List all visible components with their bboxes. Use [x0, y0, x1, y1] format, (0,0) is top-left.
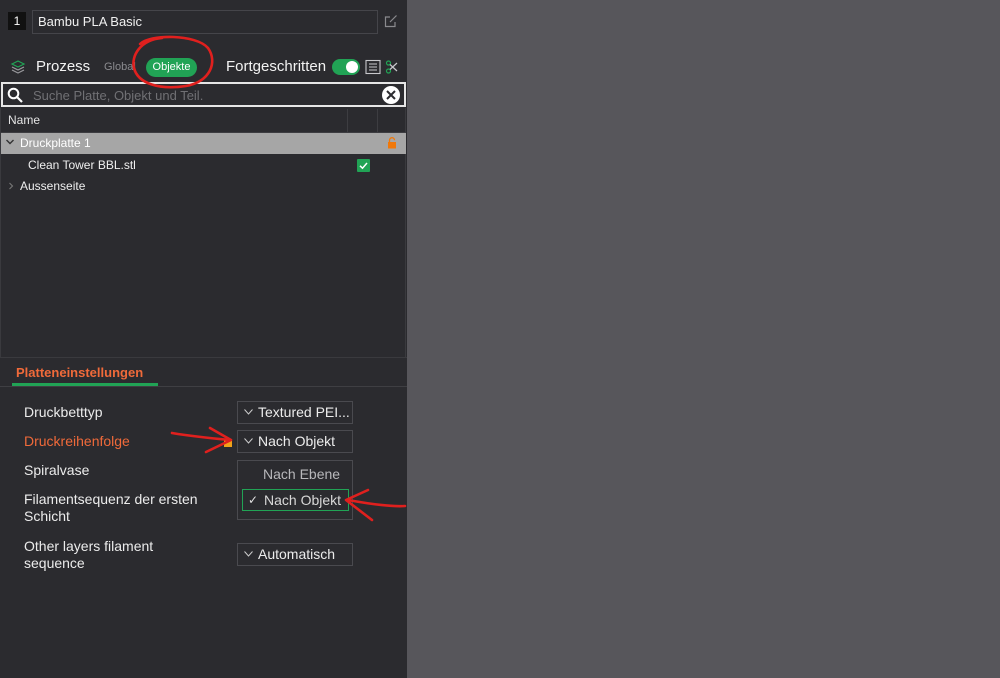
object-label: Clean Tower BBL.stl — [28, 158, 136, 172]
bed-type-label: Druckbetttyp — [24, 404, 103, 420]
modified-indicator[interactable] — [224, 439, 232, 447]
option-label: Nach Ebene — [263, 466, 341, 482]
print-sequence-value: Nach Objekt — [258, 433, 336, 449]
tab-global[interactable]: Global — [104, 61, 136, 73]
checkbox-checked-icon[interactable] — [357, 159, 370, 172]
column-divider — [377, 109, 378, 132]
process-title: Prozess — [36, 58, 91, 75]
search-input[interactable] — [31, 85, 375, 106]
plate-label: Druckplatte 1 — [20, 136, 91, 150]
search-icon — [7, 87, 23, 103]
chevron-down-icon — [244, 438, 253, 444]
tab-objects[interactable]: Objekte — [146, 58, 197, 77]
column-divider — [347, 109, 348, 132]
list-view-icon[interactable] — [365, 59, 381, 75]
list-item-plate[interactable]: Druckplatte 1 — [1, 133, 406, 154]
chevron-down-icon — [244, 551, 253, 557]
other-layers-sequence-label: Other layers filament — [24, 538, 154, 554]
tools-icon[interactable] — [385, 59, 399, 75]
object-list: Name Druckplatte 1 Clean Tower BBL.stl A… — [0, 108, 406, 358]
first-layer-sequence-label-line2: Schicht — [24, 508, 70, 524]
tab-plate-settings[interactable]: Platteneinstellungen — [16, 365, 143, 380]
process-header: Prozess Global Objekte Fortgeschritten — [0, 52, 407, 82]
other-layers-sequence-label-line2: sequence — [24, 555, 85, 571]
advanced-toggle[interactable] — [332, 59, 360, 75]
filament-row: 1 Bambu PLA Basic — [0, 0, 407, 44]
list-item-outer[interactable]: Aussenseite — [1, 176, 406, 197]
toggle-knob — [346, 61, 358, 73]
option-label: Nach Objekt — [264, 492, 342, 508]
chevron-down-icon[interactable] — [5, 137, 15, 147]
chevron-down-icon — [244, 409, 253, 415]
list-item-object[interactable]: Clean Tower BBL.stl — [1, 155, 406, 176]
print-sequence-label: Druckreihenfolge — [24, 433, 130, 449]
edit-icon[interactable] — [384, 14, 398, 28]
other-layers-sequence-select[interactable]: Automatisch — [237, 543, 353, 566]
divider — [0, 357, 407, 358]
sidebar-panel: 1 Bambu PLA Basic Prozess Global Objekte… — [0, 0, 407, 678]
dropdown-option-by-layer[interactable]: Nach Ebene — [242, 463, 349, 485]
bed-type-value: Textured PEI... — [258, 404, 350, 420]
chevron-right-icon[interactable] — [7, 182, 15, 190]
layers-icon — [10, 60, 26, 74]
search-bar — [1, 82, 406, 107]
outer-label: Aussenseite — [20, 179, 86, 193]
print-sequence-dropdown: Nach Ebene ✓ Nach Objekt — [237, 460, 353, 520]
column-name-header[interactable]: Name — [8, 113, 40, 127]
dropdown-option-by-object[interactable]: ✓ Nach Objekt — [242, 489, 349, 511]
list-header: Name — [1, 109, 406, 133]
filament-name-field[interactable]: Bambu PLA Basic — [32, 10, 378, 34]
clear-search-icon[interactable] — [381, 85, 401, 105]
advanced-label: Fortgeschritten — [226, 58, 327, 75]
lock-icon[interactable] — [387, 137, 397, 149]
first-layer-sequence-label: Filamentsequenz der ersten — [24, 491, 198, 507]
other-layers-sequence-value: Automatisch — [258, 546, 336, 562]
checkmark-icon: ✓ — [248, 493, 259, 507]
print-sequence-select[interactable]: Nach Objekt — [237, 430, 353, 453]
filament-number[interactable]: 1 — [8, 12, 26, 30]
spiral-vase-label: Spiralvase — [24, 462, 90, 478]
bed-type-select[interactable]: Textured PEI... — [237, 401, 353, 424]
divider — [0, 386, 407, 387]
